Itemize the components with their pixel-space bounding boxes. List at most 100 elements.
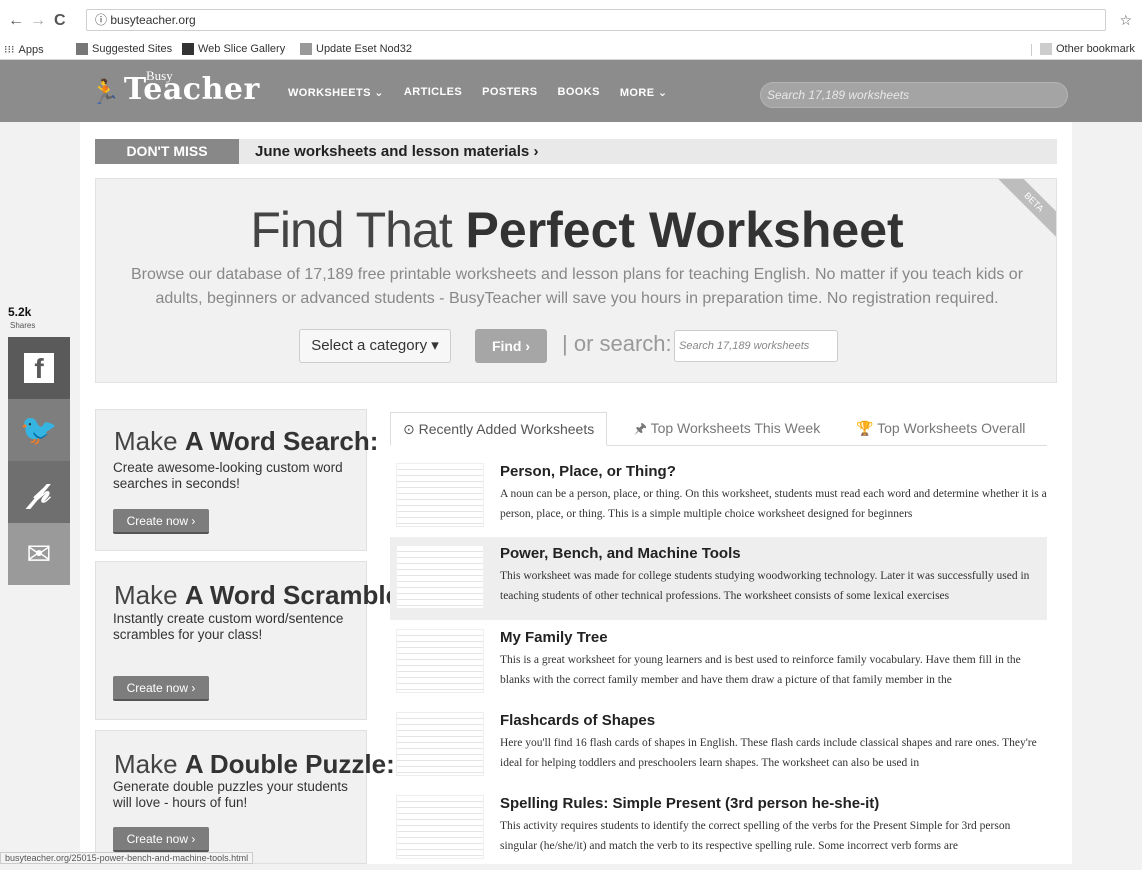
- promo-double-puzzle: Make A Double Puzzle: Generate double pu…: [95, 730, 395, 864]
- promo-title: Make A Double Puzzle:: [114, 749, 395, 780]
- email-share-button[interactable]: ✉: [8, 523, 70, 585]
- facebook-icon: f: [24, 353, 54, 383]
- dont-miss-banner[interactable]: DON'T MISS June worksheets and lesson ma…: [95, 139, 1057, 164]
- tab-recently-added[interactable]: ⊙ Recently Added Worksheets: [390, 412, 608, 446]
- nav-books[interactable]: BOOKS: [558, 86, 600, 99]
- page-icon: [182, 43, 194, 55]
- share-count: 5.2k: [8, 305, 32, 319]
- site-logo[interactable]: 🏃 Busy Teacher: [90, 68, 260, 107]
- bookmark-label: Suggested Sites: [92, 43, 173, 55]
- pinterest-share-button[interactable]: 𝓅: [8, 461, 70, 523]
- worksheet-item[interactable]: Power, Bench, and Machine Tools This wor…: [390, 537, 1047, 620]
- header-search-input[interactable]: Search 17,189 worksheets: [760, 82, 1068, 108]
- bookmark-apps[interactable]: ⁝⁝⁝ Apps: [4, 43, 44, 57]
- twitter-share-button[interactable]: 🐦: [8, 399, 70, 461]
- promo-title-bold: A Double Puzzle:: [184, 749, 395, 779]
- hero-title-bold: Perfect Worksheet: [465, 202, 904, 258]
- bookmark-label: Other bookmark: [1056, 43, 1135, 55]
- reload-icon[interactable]: C: [54, 12, 66, 30]
- create-word-search-button[interactable]: Create now ›: [113, 509, 209, 534]
- promo-description: Create awesome-looking custom word searc…: [113, 460, 343, 491]
- promo-description: Instantly create custom word/sentence sc…: [113, 611, 344, 642]
- worksheet-description: This is a great worksheet for young lear…: [500, 654, 1021, 686]
- worksheet-item[interactable]: Person, Place, or Thing? A noun can be a…: [390, 455, 1047, 538]
- promo-title-thin: Make: [114, 426, 178, 456]
- page-icon: [300, 43, 312, 55]
- dont-miss-label: DON'T MISS: [95, 139, 239, 164]
- worksheet-item[interactable]: My Family Tree This is a great worksheet…: [390, 621, 1047, 704]
- bookmark-label: Web Slice Gallery: [198, 43, 286, 55]
- worksheet-tabs: ⊙ Recently Added Worksheets 🖈 Top Worksh…: [390, 412, 1047, 446]
- promo-word-scramble: Make A Word Scramble: Instantly create c…: [95, 561, 409, 720]
- worksheet-title[interactable]: Spelling Rules: Simple Present (3rd pers…: [500, 795, 879, 812]
- site-header: 🏃 Busy Teacher WORKSHEETS ⌄ ARTICLES POS…: [0, 60, 1142, 122]
- tab-top-this-week[interactable]: 🖈 Top Worksheets This Week: [634, 412, 820, 446]
- worksheet-item[interactable]: Spelling Rules: Simple Present (3rd pers…: [390, 787, 1047, 870]
- folder-icon: [1040, 43, 1052, 55]
- create-double-puzzle-button[interactable]: Create now ›: [113, 827, 209, 852]
- nav-worksheets[interactable]: WORKSHEETS ⌄: [288, 86, 384, 99]
- bookmark-label: Update Eset Nod32: [316, 43, 413, 55]
- bookmark-label: Apps: [18, 43, 44, 56]
- worksheet-title[interactable]: My Family Tree: [500, 629, 608, 646]
- tab-top-overall[interactable]: 🏆 Top Worksheets Overall: [856, 412, 1025, 446]
- worksheet-title[interactable]: Flashcards of Shapes: [500, 712, 655, 729]
- worksheet-title[interactable]: Person, Place, or Thing?: [500, 463, 676, 480]
- worksheet-description: Here you'll find 16 flash cards of shape…: [500, 737, 1037, 769]
- bookmarks-bar: ⁝⁝⁝ Apps Suggested Sites Web Slice Galler…: [0, 40, 1142, 60]
- facebook-share-button[interactable]: f: [8, 337, 70, 399]
- or-search-label: | or search:: [562, 331, 672, 356]
- worksheet-thumbnail[interactable]: [396, 629, 484, 693]
- promo-title-bold: A Word Scramble:: [184, 580, 409, 610]
- forward-icon[interactable]: →: [30, 12, 46, 30]
- browser-toolbar: ← → C ⓘ busyteacher.org ☆: [0, 0, 1142, 40]
- nav-posters[interactable]: POSTERS: [482, 86, 537, 99]
- bookmark-star-icon[interactable]: ☆: [1119, 12, 1132, 29]
- apps-grid-icon: ⁝⁝⁝: [4, 44, 15, 56]
- hero-title-thin: Find That: [250, 202, 452, 258]
- info-icon: ⓘ: [95, 13, 111, 27]
- main-nav: WORKSHEETS ⌄ ARTICLES POSTERS BOOKS MORE…: [288, 86, 668, 99]
- worksheet-thumbnail[interactable]: [396, 463, 484, 527]
- bookmark-suggested-sites[interactable]: Suggested Sites: [76, 43, 172, 55]
- worksheet-title[interactable]: Power, Bench, and Machine Tools: [500, 545, 741, 562]
- pinterest-icon: 𝓅: [28, 474, 50, 510]
- address-url: busyteacher.org: [110, 13, 196, 27]
- runner-logo-icon: 🏃: [90, 79, 120, 106]
- browser-status-bar: busyteacher.org/25015-power-bench-and-ma…: [0, 852, 254, 864]
- logo-big-text: Teacher: [123, 72, 260, 107]
- promo-description: Generate double puzzles your students wi…: [113, 779, 348, 810]
- worksheet-thumbnail[interactable]: [396, 712, 484, 776]
- select-category-dropdown[interactable]: Select a category ▾: [299, 329, 451, 363]
- worksheet-description: This worksheet was made for college stud…: [500, 570, 1030, 602]
- hero-title: Find That Perfect Worksheet: [96, 201, 1056, 259]
- bookmarks-divider: [1031, 44, 1032, 56]
- worksheet-description: This activity requires students to ident…: [500, 820, 1011, 852]
- nav-articles[interactable]: ARTICLES: [404, 86, 462, 99]
- hero-search-input[interactable]: Search 17,189 worksheets: [674, 330, 838, 362]
- bookmark-web-slice-gallery[interactable]: Web Slice Gallery: [182, 43, 285, 55]
- other-bookmarks[interactable]: Other bookmark: [1040, 43, 1135, 55]
- worksheet-thumbnail[interactable]: [396, 795, 484, 859]
- dont-miss-link[interactable]: June worksheets and lesson materials ›: [255, 143, 538, 160]
- address-bar[interactable]: ⓘ busyteacher.org: [86, 9, 1106, 31]
- worksheet-description: A noun can be a person, place, or thing.…: [500, 488, 1047, 520]
- twitter-icon: 🐦: [20, 413, 58, 447]
- hero-description: Browse our database of 17,189 free print…: [130, 266, 1024, 307]
- share-label: Shares: [10, 321, 36, 330]
- worksheet-thumbnail[interactable]: [396, 545, 484, 609]
- nav-more[interactable]: MORE ⌄: [620, 86, 668, 99]
- promo-title: Make A Word Scramble:: [114, 580, 409, 611]
- hero-panel: BETA Find That Perfect Worksheet Browse …: [95, 178, 1057, 383]
- back-icon[interactable]: ←: [8, 12, 24, 30]
- promo-title-thin: Make: [114, 749, 178, 779]
- promo-title: Make A Word Search:: [114, 426, 378, 457]
- page-icon: [76, 43, 88, 55]
- envelope-icon: ✉: [26, 537, 52, 571]
- logo-small-text: Busy: [146, 68, 173, 83]
- bookmark-update-eset[interactable]: Update Eset Nod32: [300, 43, 412, 55]
- find-button[interactable]: Find ›: [475, 329, 547, 363]
- worksheet-item[interactable]: Flashcards of Shapes Here you'll find 16…: [390, 704, 1047, 787]
- promo-title-bold: A Word Search:: [184, 426, 379, 456]
- create-word-scramble-button[interactable]: Create now ›: [113, 676, 209, 701]
